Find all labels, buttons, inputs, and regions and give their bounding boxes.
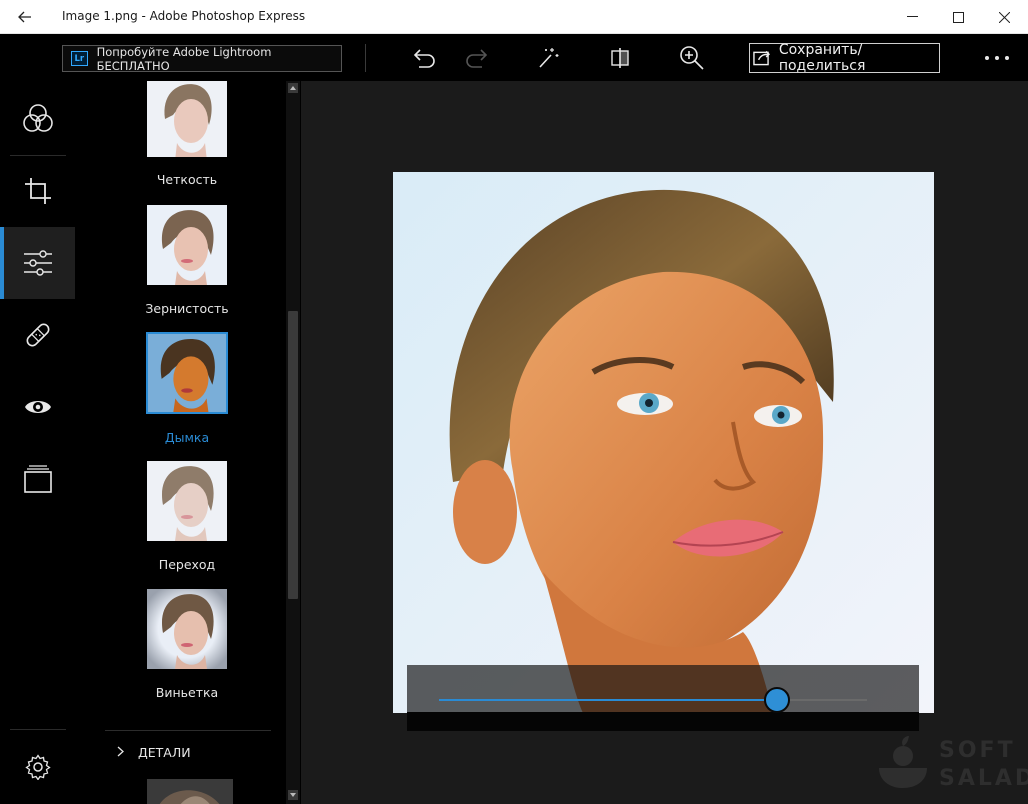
back-arrow-icon bbox=[18, 11, 31, 23]
maximize-icon bbox=[952, 11, 964, 23]
panel-scrollbar[interactable] bbox=[286, 81, 300, 804]
undo-icon bbox=[413, 49, 435, 68]
redo-button[interactable] bbox=[459, 42, 493, 74]
minimize-button[interactable] bbox=[889, 0, 935, 34]
toolbar: Lr Попробуйте Adobe Lightroom БЕСПЛАТНО … bbox=[0, 34, 1028, 81]
slider-knob[interactable] bbox=[764, 687, 790, 713]
adjustment-slider-panel bbox=[407, 665, 919, 731]
title-bar: Image 1.png - Adobe Photoshop Express bbox=[0, 0, 1028, 34]
panel-divider bbox=[105, 730, 271, 731]
toolbar-divider bbox=[365, 44, 366, 72]
close-icon bbox=[998, 11, 1010, 23]
auto-fix-icon bbox=[539, 48, 559, 68]
watermark-line-2: SALAD bbox=[939, 766, 1028, 791]
watermark: SOFT SALAD bbox=[873, 734, 1028, 798]
more-icon bbox=[985, 56, 1009, 60]
close-button[interactable] bbox=[981, 0, 1027, 34]
image-canvas[interactable]: SOFT SALAD bbox=[301, 81, 1028, 804]
zoom-icon bbox=[680, 46, 704, 70]
thumbnail-image bbox=[146, 332, 228, 414]
lightroom-promo-label: Попробуйте Adobe Lightroom БЕСПЛАТНО bbox=[96, 44, 272, 73]
thumbnail-image bbox=[147, 81, 227, 157]
thumbnail-image bbox=[147, 205, 227, 285]
tool-rail bbox=[0, 81, 75, 804]
adjustments-icon bbox=[23, 250, 52, 276]
gear-icon bbox=[24, 754, 51, 780]
crop-icon bbox=[24, 178, 51, 204]
borders-icon bbox=[23, 465, 52, 493]
chevron-up-icon bbox=[290, 86, 296, 90]
adjustment-label: Четкость bbox=[156, 172, 218, 187]
more-button[interactable] bbox=[980, 42, 1014, 74]
softsalad-logo-icon bbox=[879, 736, 927, 788]
save-share-label: Сохранить/поделиться bbox=[778, 42, 866, 74]
maximize-button[interactable] bbox=[935, 0, 981, 34]
settings-button[interactable] bbox=[0, 731, 75, 803]
compare-button[interactable] bbox=[603, 42, 637, 74]
adjustments-tool-button[interactable] bbox=[0, 227, 75, 299]
details-thumbnail[interactable] bbox=[147, 779, 233, 804]
scroll-up-arrow[interactable] bbox=[288, 83, 298, 93]
borders-tool-button[interactable] bbox=[0, 443, 75, 515]
zoom-button[interactable] bbox=[675, 42, 709, 74]
thumbnail-image bbox=[147, 461, 227, 541]
lightroom-promo-button[interactable]: Lr Попробуйте Adobe Lightroom БЕСПЛАТНО bbox=[62, 44, 342, 73]
slider-panel-base bbox=[407, 712, 919, 731]
healing-icon bbox=[26, 323, 49, 347]
slider-track[interactable] bbox=[439, 687, 867, 713]
adjustments-panel: Четкость Зернистость Дымка Переход Винье… bbox=[75, 81, 301, 804]
redo-icon bbox=[466, 49, 488, 68]
eye-icon bbox=[24, 401, 51, 413]
back-button[interactable] bbox=[10, 4, 40, 30]
edited-photo bbox=[393, 172, 934, 713]
share-icon bbox=[753, 50, 771, 66]
minimize-icon bbox=[906, 16, 918, 17]
auto-fix-button[interactable] bbox=[531, 42, 565, 74]
adjustment-label: Переход bbox=[158, 557, 216, 572]
adjustment-label: Виньетка bbox=[155, 685, 219, 700]
looks-tool-button[interactable] bbox=[0, 83, 75, 155]
healing-tool-button[interactable] bbox=[0, 299, 75, 371]
slider-fill bbox=[439, 699, 777, 701]
scroll-down-arrow[interactable] bbox=[288, 790, 298, 800]
chevron-right-icon bbox=[117, 745, 124, 760]
details-label: ДЕТАЛИ bbox=[138, 745, 191, 760]
red-eye-tool-button[interactable] bbox=[0, 371, 75, 443]
adjustment-label: Зернистость bbox=[145, 301, 229, 316]
rail-divider bbox=[10, 729, 66, 730]
details-section-header[interactable]: ДЕТАЛИ bbox=[117, 745, 191, 760]
chevron-down-icon bbox=[290, 793, 296, 797]
watermark-line-1: SOFT bbox=[939, 738, 1016, 763]
looks-icon bbox=[22, 104, 53, 132]
save-share-button[interactable]: Сохранить/поделиться bbox=[749, 42, 940, 74]
crop-tool-button[interactable] bbox=[0, 155, 75, 227]
thumbnail-image bbox=[147, 589, 227, 669]
compare-icon bbox=[611, 48, 629, 68]
window-title: Image 1.png - Adobe Photoshop Express bbox=[62, 9, 306, 23]
scrollbar-thumb[interactable] bbox=[288, 311, 298, 599]
undo-button[interactable] bbox=[408, 42, 442, 74]
lightroom-logo-icon: Lr bbox=[71, 51, 88, 66]
adjustment-label: Дымка bbox=[164, 430, 210, 445]
